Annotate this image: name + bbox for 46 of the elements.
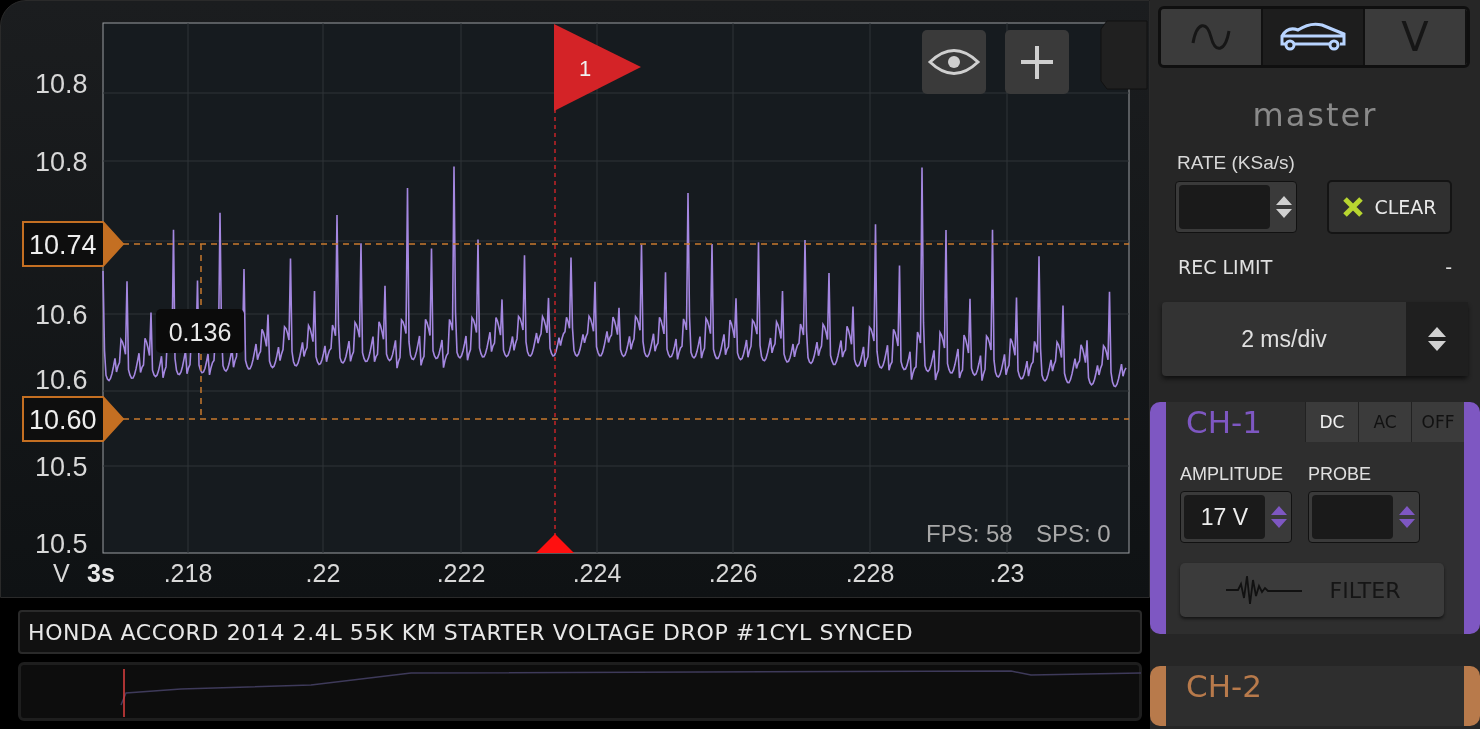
y-axis-label: 10.6 bbox=[35, 365, 88, 395]
rec-limit-value: - bbox=[1445, 256, 1452, 278]
field-label: AMPLITUDE bbox=[1180, 464, 1285, 485]
recording-title: HONDA ACCORD 2014 2.4L 55K KM STARTER VOLTAGE DROP #1CYL SYNCED bbox=[28, 619, 914, 645]
x-axis-label: .218 bbox=[163, 559, 213, 587]
timebase-dropdown[interactable]: 2 ms/div bbox=[1162, 302, 1468, 376]
spinner-arrows-icon bbox=[1398, 504, 1416, 530]
spinner-arrows-icon bbox=[1270, 504, 1288, 530]
spinner-arrows-icon bbox=[1427, 325, 1447, 353]
panel-handle[interactable] bbox=[1100, 20, 1148, 90]
cursor-marker[interactable]: 10.74 bbox=[22, 221, 125, 267]
x-axis-label: .22 bbox=[305, 559, 341, 587]
x-axis-label: .222 bbox=[436, 559, 486, 587]
channel-name: CH-1 bbox=[1186, 403, 1262, 442]
channel-name: CH-2 bbox=[1186, 667, 1262, 706]
trigger-flag[interactable]: 1 bbox=[554, 24, 641, 111]
delta-readout: 0.136 bbox=[156, 309, 244, 353]
rec-limit-label: REC LIMIT bbox=[1178, 256, 1273, 278]
coupling-tab[interactable]: DC bbox=[1305, 402, 1358, 442]
y-axis-label: 10.6 bbox=[35, 300, 88, 330]
timebase-label: 3s bbox=[87, 559, 115, 587]
spinner-arrows-icon[interactable] bbox=[1275, 194, 1293, 220]
field-label: PROBE bbox=[1308, 464, 1373, 485]
x-axis-label: .226 bbox=[708, 559, 758, 587]
y-axis-label: 10.8 bbox=[35, 147, 88, 177]
clear-button[interactable]: CLEAR bbox=[1327, 180, 1452, 234]
cursor-marker[interactable]: 10.60 bbox=[22, 396, 125, 442]
x-axis-label: .228 bbox=[845, 559, 895, 587]
section-title: master bbox=[1252, 96, 1378, 134]
mode-tab[interactable] bbox=[1263, 9, 1365, 65]
close-icon bbox=[1342, 196, 1365, 218]
field-label: RATE (KSa/s) bbox=[1177, 152, 1295, 174]
add-button[interactable] bbox=[1005, 30, 1069, 94]
axis-unit-label: V bbox=[53, 559, 70, 587]
y-axis-label: 10.8 bbox=[35, 69, 88, 99]
x-axis-label: .23 bbox=[989, 559, 1025, 587]
amplitude-field[interactable]: 17 V bbox=[1180, 491, 1292, 543]
stats-label: SPS: 0 bbox=[1036, 520, 1111, 547]
probe-field[interactable] bbox=[1308, 491, 1420, 543]
eye-button[interactable] bbox=[922, 30, 986, 94]
stats-label: FPS: 58 bbox=[926, 520, 1013, 547]
trigger-marker-icon[interactable] bbox=[536, 534, 574, 553]
rate-field[interactable] bbox=[1175, 181, 1297, 233]
x-axis-label: .224 bbox=[572, 559, 622, 587]
y-axis-label: 10.5 bbox=[35, 529, 88, 559]
y-axis-label: 10.5 bbox=[35, 452, 88, 482]
